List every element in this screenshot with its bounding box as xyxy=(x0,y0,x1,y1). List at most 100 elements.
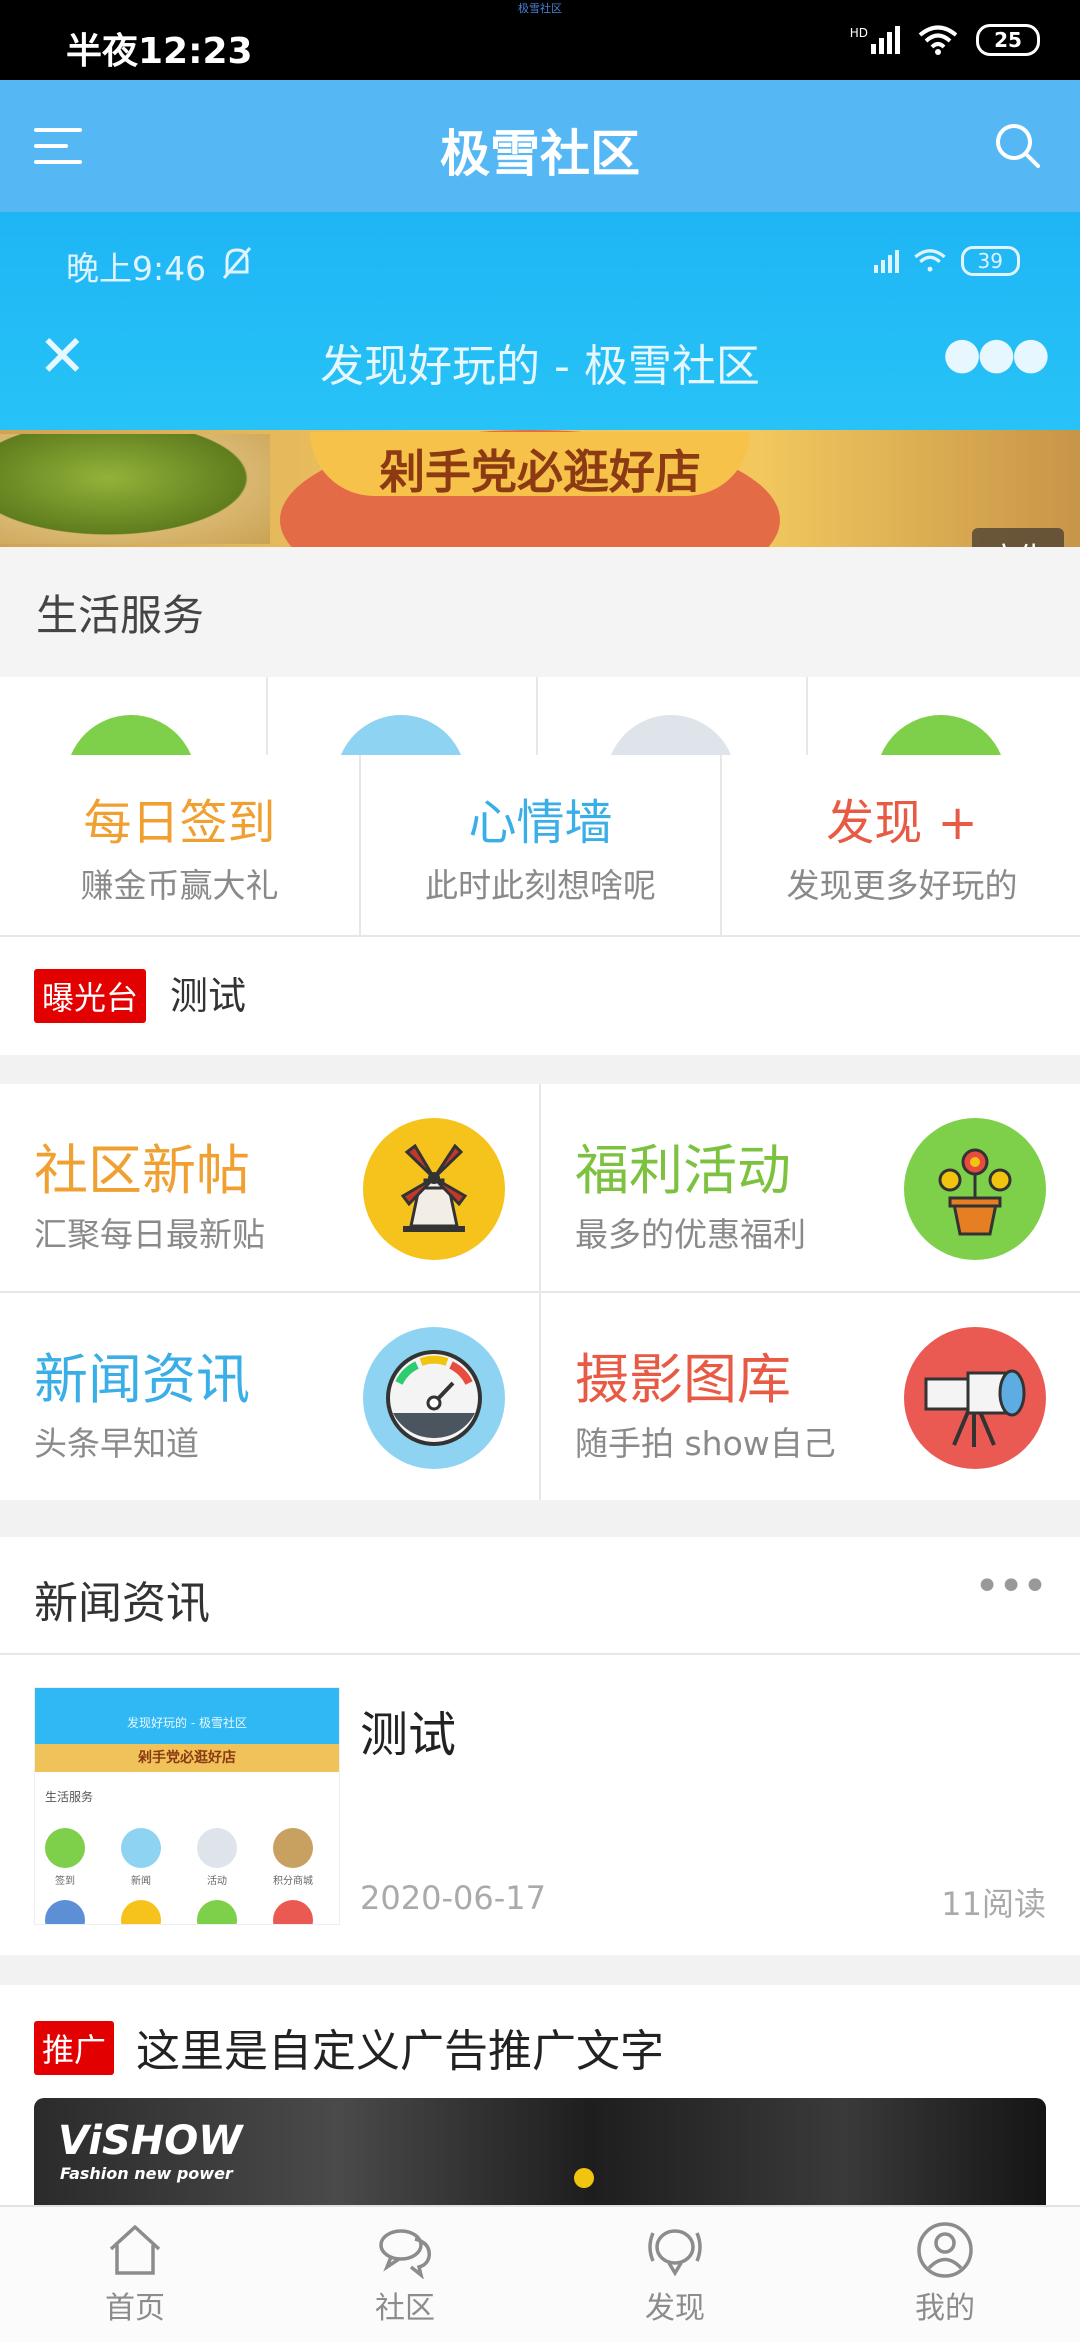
quick-action-subtitle: 发现更多好玩的 xyxy=(786,866,1018,905)
life-service-cell xyxy=(270,677,538,755)
feature-title: 社区新帖 xyxy=(34,1139,250,1202)
tab-label: 社区 xyxy=(375,2291,435,2326)
windmill-icon xyxy=(363,1118,505,1260)
tab-label: 我的 xyxy=(915,2291,975,2326)
feature-subtitle: 汇聚每日最新贴 xyxy=(34,1215,265,1254)
tab-mine[interactable]: 我的 xyxy=(810,2207,1080,2342)
grid-divider xyxy=(0,1291,1080,1293)
life-service-cell xyxy=(810,677,1076,755)
life-services-label: 生活服务 xyxy=(36,591,205,640)
promo-brand-sub: Fashion new power xyxy=(60,2164,233,2183)
banner-battery-icon: 39 xyxy=(960,246,1020,276)
banner-more-icon: ●●● xyxy=(942,328,1050,379)
feature-subtitle: 最多的优惠福利 xyxy=(575,1215,806,1254)
network-label: HD xyxy=(849,26,868,40)
news-section-title: 新闻资讯 xyxy=(34,1578,210,1629)
banner-promo-text: 剁手党必逛好店 xyxy=(379,445,701,499)
promo-text: 这里是自定义广告推广文字 xyxy=(136,2026,664,2077)
thumb-title: 发现好玩的 - 极雪社区 xyxy=(127,1716,247,1730)
thumb-icon-dot xyxy=(121,1900,161,1924)
life-services-header: 生活服务 xyxy=(0,547,1080,677)
feature-news[interactable]: 新闻资讯 头条早知道 xyxy=(0,1293,539,1500)
exposure-bar[interactable]: 曝光台 测试 xyxy=(0,937,1080,1055)
thumb-caption: 积分商城 xyxy=(273,1876,313,1887)
quick-action-subtitle: 此时此刻想啥呢 xyxy=(425,866,656,905)
life-service-cell xyxy=(540,677,808,755)
banner-inner-time: 晚上9:46 xyxy=(66,249,207,288)
feature-photo-gallery[interactable]: 摄影图库 随手拍 show自己 xyxy=(541,1293,1080,1500)
life-service-cell xyxy=(0,677,268,755)
discover-more-button[interactable]: 发现 + 发现更多好玩的 xyxy=(720,755,1080,935)
daily-checkin-button[interactable]: 每日签到 赚金币赢大礼 xyxy=(0,755,359,935)
feature-title: 新闻资讯 xyxy=(34,1348,250,1411)
quick-action-subtitle: 赚金币赢大礼 xyxy=(80,866,279,905)
promo-brand: ViSHOW xyxy=(58,2118,243,2164)
news-section-header: 新闻资讯 ••• xyxy=(0,1537,1080,1655)
feature-subtitle: 随手拍 show自己 xyxy=(575,1424,836,1463)
gauge-icon xyxy=(363,1327,505,1469)
thumb-icon-dot xyxy=(45,1828,85,1868)
exposure-text[interactable]: 测试 xyxy=(170,965,246,1020)
news-read-count: 11阅读 xyxy=(941,1885,1046,1923)
banner-inner-title: 发现好玩的 - 极雪社区 xyxy=(320,341,760,392)
banner-inner-status: 39 xyxy=(873,246,1020,276)
mood-wall-button[interactable]: 心情墙 此时此刻想啥呢 xyxy=(359,755,720,935)
hd-signal-icon: HD xyxy=(850,26,900,54)
status-icons: HD 25 xyxy=(850,24,1040,56)
thumb-header: 发现好玩的 - 极雪社区 xyxy=(35,1688,339,1744)
feature-title: 摄影图库 xyxy=(575,1348,791,1411)
tab-label: 发现 xyxy=(645,2291,705,2326)
banner-carousel[interactable]: 晚上9:46 39 ✕ 发现好玩的 - 极雪社区 ●●● 剁手党必逛好店 广告 xyxy=(0,212,1080,547)
quick-action-title: 心情墙 xyxy=(468,795,613,851)
ad-badge: 广告 xyxy=(972,528,1064,547)
news-date: 2020-06-17 xyxy=(360,1879,546,1917)
status-bar: 极雪社区 半夜12:23 HD 25 xyxy=(0,0,1080,80)
camera-icon xyxy=(904,1327,1046,1469)
feature-title: 福利活动 xyxy=(575,1139,791,1202)
bottom-tab-bar: 首页 社区 发现 我的 xyxy=(0,2205,1080,2342)
thumb-caption: 签到 xyxy=(55,1876,75,1887)
home-icon xyxy=(109,2225,161,2275)
quick-action-title: 每日签到 xyxy=(83,795,276,851)
feature-welfare-activities[interactable]: 福利活动 最多的优惠福利 xyxy=(541,1084,1080,1291)
discover-icon xyxy=(648,2229,702,2277)
news-list-item[interactable]: 发现好玩的 - 极雪社区 剁手党必逛好店 生活服务 签到 新闻 活动 积分商城 … xyxy=(0,1655,1080,1955)
user-icon xyxy=(917,2222,973,2278)
thumb-section: 生活服务 xyxy=(45,1790,94,1804)
banner-bell-icon xyxy=(222,247,252,279)
news-title: 测试 xyxy=(360,1707,457,1763)
chat-icon xyxy=(379,2229,431,2280)
app-bar: 极雪社区 xyxy=(0,80,1080,212)
thumb-banner: 剁手党必逛好店 xyxy=(35,1744,339,1772)
feature-community-posts[interactable]: 社区新帖 汇聚每日最新贴 xyxy=(0,1084,539,1291)
exposure-tag: 曝光台 xyxy=(34,969,147,1023)
tab-community[interactable]: 社区 xyxy=(270,2207,540,2342)
thumb-icon-dot xyxy=(197,1900,237,1924)
thumb-icon-dot xyxy=(121,1828,161,1868)
promo-image-detail xyxy=(574,2168,594,2188)
news-thumbnail: 发现好玩的 - 极雪社区 剁手党必逛好店 生活服务 签到 新闻 活动 积分商城 xyxy=(34,1687,340,1925)
wifi-icon xyxy=(918,25,958,55)
tab-home[interactable]: 首页 xyxy=(0,2207,270,2342)
tab-discover[interactable]: 发现 xyxy=(540,2207,810,2342)
status-time: 半夜12:23 xyxy=(66,31,253,72)
thumb-caption: 新闻 xyxy=(131,1876,151,1887)
battery-level: 25 xyxy=(994,28,1022,52)
app-title: 极雪社区 xyxy=(440,125,640,183)
flower-pot-icon xyxy=(904,1118,1046,1260)
tab-label: 首页 xyxy=(105,2291,165,2326)
status-tiny-label: 极雪社区 xyxy=(518,2,562,15)
promo-tag: 推广 xyxy=(34,2021,115,2075)
thumb-caption: 活动 xyxy=(207,1876,227,1887)
more-icon[interactable]: ••• xyxy=(974,1561,1048,1612)
feature-subtitle: 头条早知道 xyxy=(34,1424,199,1463)
thumb-icon-dot xyxy=(273,1828,313,1868)
thumb-icon-dot xyxy=(273,1900,313,1924)
battery-icon: 25 xyxy=(976,24,1040,56)
thumb-icon-dot xyxy=(45,1900,85,1924)
search-icon[interactable] xyxy=(994,122,1040,168)
banner-wifi-icon xyxy=(913,249,946,272)
quick-action-title: 发现 + xyxy=(826,795,978,851)
quick-actions: 每日签到 赚金币赢大礼 心情墙 此时此刻想啥呢 发现 + 发现更多好玩的 xyxy=(0,755,1080,937)
thumb-icon-dot xyxy=(197,1828,237,1868)
